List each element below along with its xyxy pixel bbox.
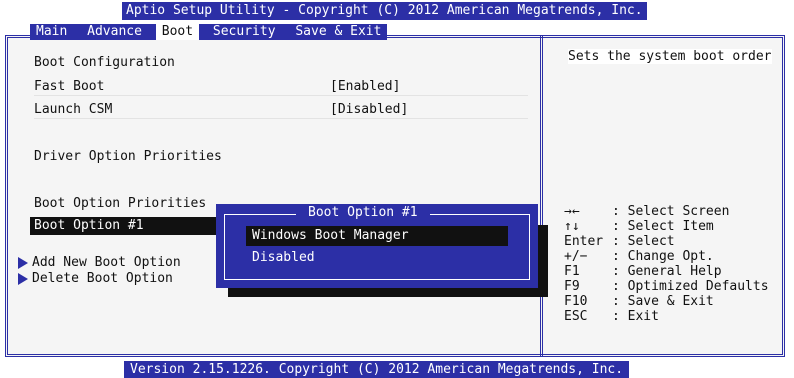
tab-save-exit[interactable]: Save & Exit (289, 24, 387, 40)
delete-boot-option-link[interactable]: Delete Boot Option (18, 271, 173, 287)
settings-panel: Boot Configuration Fast Boot [Enabled] L… (18, 45, 534, 345)
key-legend-row: ↑↓ : Select Item (564, 219, 786, 234)
version-footer: Version 2.15.1226. Copyright (C) 2012 Am… (124, 361, 630, 378)
key-label: →← (564, 204, 580, 219)
launch-csm-value[interactable]: [Disabled] (330, 101, 408, 119)
key-legend-row: Enter : Select (564, 234, 786, 249)
key-legend-row: ESC : Exit (564, 309, 786, 324)
key-description: : Select Screen (612, 204, 730, 219)
key-description: : Exit (612, 309, 659, 324)
popup-title: Boot Option #1 (296, 204, 430, 222)
delete-boot-option-label: Delete Boot Option (32, 271, 173, 286)
key-legend: →← : Select Screen ↑↓ : Select Item Enter:… (564, 204, 786, 324)
fast-boot-value[interactable]: [Enabled] (330, 78, 400, 96)
popup-frame (224, 214, 530, 280)
submenu-arrow-icon (18, 272, 28, 285)
help-description: Sets the system boot order (568, 49, 772, 64)
key-description: : Optimized Defaults (612, 279, 769, 294)
key-description: : Change Opt. (612, 249, 714, 264)
key-legend-row: F9 : Optimized Defaults (564, 279, 786, 294)
fast-boot-setting[interactable]: Fast Boot [Enabled] (34, 78, 528, 96)
key-description: : General Help (612, 264, 722, 279)
boot-option-popup: Boot Option #1 Windows Boot Manager Disa… (216, 204, 538, 288)
popup-option-windows-boot-manager[interactable]: Windows Boot Manager (246, 226, 508, 246)
panel-divider (540, 35, 548, 357)
submenu-arrow-icon (18, 256, 28, 269)
key-label: ESC (564, 309, 588, 324)
key-legend-row: →← : Select Screen (564, 204, 786, 219)
tab-security[interactable]: Security (207, 24, 282, 40)
fast-boot-label: Fast Boot (34, 79, 105, 94)
launch-csm-label: Launch CSM (34, 102, 113, 117)
help-description-text: Sets the system boot order (568, 49, 772, 64)
key-legend-row: F10 : Save & Exit (564, 294, 786, 309)
key-label: ↑↓ (564, 219, 580, 234)
menu-bar: Main Advance Boot Security Save & Exit (30, 24, 388, 40)
popup-option-disabled[interactable]: Disabled (246, 248, 508, 268)
boot-option-1-row[interactable]: Boot Option #1 (30, 217, 224, 235)
tab-boot[interactable]: Boot (155, 24, 200, 40)
key-label: F1 (564, 264, 580, 279)
key-description: : Select (612, 234, 675, 249)
title-bar: Aptio Setup Utility - Copyright (C) 2012… (122, 2, 647, 20)
key-description: : Save & Exit (612, 294, 714, 309)
launch-csm-setting[interactable]: Launch CSM [Disabled] (34, 101, 528, 119)
key-description: : Select Item (612, 219, 714, 234)
key-label: F9 (564, 279, 580, 294)
tab-advance[interactable]: Advance (81, 24, 148, 40)
key-label: Enter (564, 234, 604, 249)
key-legend-row: +/− : Change Opt. (564, 249, 786, 264)
add-new-boot-option-link[interactable]: Add New Boot Option (18, 255, 181, 271)
key-label: F10 (564, 294, 588, 309)
tab-main[interactable]: Main (30, 24, 73, 40)
boot-option-priorities-heading: Boot Option Priorities (34, 196, 207, 211)
driver-option-priorities-heading: Driver Option Priorities (34, 149, 222, 164)
boot-configuration-heading: Boot Configuration (34, 55, 175, 70)
bios-setup-screen: Aptio Setup Utility - Copyright (C) 2012… (0, 0, 794, 378)
add-new-boot-option-label: Add New Boot Option (32, 255, 181, 270)
key-legend-row: F1 : General Help (564, 264, 786, 279)
key-label: +/− (564, 249, 588, 264)
